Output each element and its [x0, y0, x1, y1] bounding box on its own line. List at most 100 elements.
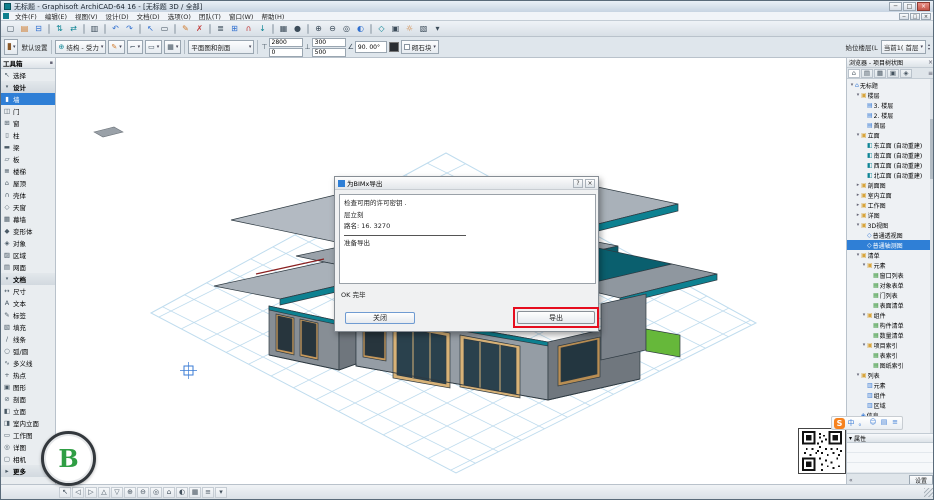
- angle-input[interactable]: [355, 41, 387, 53]
- tree-item[interactable]: ▦ 窗口列表: [847, 270, 934, 280]
- menu-window[interactable]: 窗口(W): [225, 11, 258, 21]
- tool-wall[interactable]: ▮ 墙: [1, 93, 55, 105]
- orbit-icon[interactable]: ◐: [354, 22, 367, 35]
- tool-skylight[interactable]: ◇ 天窗: [1, 201, 55, 213]
- tree-item[interactable]: ▸ ▣ 室内立面: [847, 190, 934, 200]
- group-icon[interactable]: ▦: [277, 22, 290, 35]
- panel-menu-icon[interactable]: ≡: [928, 70, 934, 77]
- tool-shell[interactable]: ∩ 壳体: [1, 189, 55, 201]
- offset-input[interactable]: [312, 48, 346, 57]
- tool-text[interactable]: A 文本: [1, 297, 55, 309]
- tool-door[interactable]: ◫ 门: [1, 105, 55, 117]
- tree-item[interactable]: ▦ 数量清单: [847, 330, 934, 340]
- tool-window[interactable]: ⊞ 窗: [1, 117, 55, 129]
- zoom-out-icon[interactable]: ⊖: [137, 487, 149, 498]
- scrollbar-thumb[interactable]: [930, 119, 934, 179]
- zoom-out-icon[interactable]: ⊖: [326, 22, 339, 35]
- tree-item[interactable]: ▸ ▣ 详图: [847, 210, 934, 220]
- pan-right-icon[interactable]: ▷: [85, 487, 97, 498]
- menu-help[interactable]: 帮助(H): [257, 11, 288, 21]
- grid-icon[interactable]: ▦: [189, 487, 201, 498]
- tool-morph[interactable]: ◆ 变形体: [1, 225, 55, 237]
- tab-more[interactable]: ◈: [900, 69, 912, 78]
- tree-scrollbar[interactable]: [930, 79, 934, 433]
- default-settings-label[interactable]: 默认设置: [20, 42, 48, 52]
- tree-item[interactable]: ▥ 元素: [847, 380, 934, 390]
- tree-item[interactable]: ▾ ▣ 项目索引: [847, 340, 934, 350]
- panel-close-icon[interactable]: ×: [928, 59, 933, 66]
- pin-icon[interactable]: ▪: [50, 60, 53, 66]
- tool-line[interactable]: / 线条: [1, 333, 55, 345]
- sogou-logo-icon[interactable]: S: [834, 418, 845, 429]
- new-file-icon[interactable]: ▢: [4, 22, 17, 35]
- sogou-keyboard-icon[interactable]: ▤: [879, 418, 889, 428]
- tree-item[interactable]: ◧ 南立面 (自动重建): [847, 150, 934, 160]
- menu-file[interactable]: 文件(F): [11, 11, 41, 21]
- tree-item[interactable]: ▾ ▣ 元素: [847, 260, 934, 270]
- toolbox-header[interactable]: 工具箱 ▪: [1, 58, 55, 69]
- tool-polyline[interactable]: ∿ 多义线: [1, 357, 55, 369]
- tree-item[interactable]: ▾ ▣ 3D视图: [847, 220, 934, 230]
- viewport-3d[interactable]: 为BIMx导出 ? × 检查可用的许可密钥 . 层立刻 路名: 16. 3270…: [56, 58, 846, 486]
- resize-grip[interactable]: [924, 488, 933, 497]
- separator[interactable]: [307, 24, 309, 34]
- tree-item[interactable]: ▥ 区域: [847, 400, 934, 410]
- tool-fill[interactable]: ▧ 填充: [1, 321, 55, 333]
- tab-publisher[interactable]: ▣: [887, 69, 899, 78]
- menu-view[interactable]: 视图(V): [71, 11, 102, 21]
- tree-item[interactable]: ▾ ▣ 列表: [847, 370, 934, 380]
- menu-edit[interactable]: 编辑(E): [41, 11, 71, 21]
- tree-item[interactable]: ▦ 构件清单: [847, 320, 934, 330]
- geometry-method-dropdown[interactable]: ⌐ ▾: [127, 40, 143, 54]
- layouts-icon[interactable]: ▧: [417, 22, 430, 35]
- section-design[interactable]: ▾ 设计: [1, 81, 55, 93]
- tool-column[interactable]: ▯ 柱: [1, 129, 55, 141]
- home-story-dropdown[interactable]: 当前1( 首层 ▾: [881, 40, 926, 54]
- layers-icon[interactable]: ≣: [214, 22, 227, 35]
- tab-project-map[interactable]: ⌂: [848, 69, 860, 78]
- more-tools-icon[interactable]: ▾: [431, 22, 444, 35]
- zoom-in-icon[interactable]: ⊕: [312, 22, 325, 35]
- sogou-emoji-icon[interactable]: ☺: [868, 418, 878, 428]
- fit-view-icon[interactable]: ◎: [340, 22, 353, 35]
- tool-beam[interactable]: ▬ 梁: [1, 141, 55, 153]
- tool-mesh[interactable]: ▤ 网面: [1, 261, 55, 273]
- sun-study-icon[interactable]: ☼: [403, 22, 416, 35]
- menu-design[interactable]: 设计(D): [102, 11, 133, 21]
- tree-item[interactable]: ▤ 首层: [847, 120, 934, 130]
- tool-worksheet[interactable]: ▭ 工作图: [1, 429, 55, 441]
- grid-snap-icon[interactable]: ⊞: [228, 22, 241, 35]
- separator[interactable]: [83, 24, 85, 34]
- floating-slab[interactable]: [94, 127, 123, 137]
- home-zoom-icon[interactable]: ⌂: [163, 487, 175, 498]
- separator[interactable]: [370, 24, 372, 34]
- export-button[interactable]: 导出: [517, 311, 595, 324]
- tool-curtain-wall[interactable]: ▦ 幕墙: [1, 213, 55, 225]
- camera-icon[interactable]: ▣: [389, 22, 402, 35]
- tool-dimension[interactable]: ↔ 尺寸: [1, 285, 55, 297]
- wall-tool-button[interactable]: ▮ ▾: [4, 39, 18, 55]
- sogou-menu-icon[interactable]: ≡: [890, 418, 900, 428]
- maximize-button[interactable]: □: [903, 2, 916, 11]
- mdi-close-button[interactable]: ×: [921, 13, 931, 20]
- sogou-punct-icon[interactable]: 。: [857, 418, 867, 428]
- sogou-lang-icon[interactable]: 中: [846, 418, 856, 428]
- tool-select[interactable]: ↖ 选择: [1, 69, 55, 81]
- navigator-header[interactable]: 浏览器 - 项目树状图 ×: [847, 58, 934, 68]
- tree-item[interactable]: ◧ 西立面 (自动重建): [847, 160, 934, 170]
- minimize-button[interactable]: ─: [889, 2, 902, 11]
- building-material-dropdown[interactable]: 砌石块 ▾: [401, 40, 439, 54]
- tree-item[interactable]: ◇ 普通透视图: [847, 230, 934, 240]
- tree-item[interactable]: ▤ 2. 楼层: [847, 110, 934, 120]
- story-spinner[interactable]: ▴ ▾: [928, 43, 930, 51]
- pan-up-icon[interactable]: △: [98, 487, 110, 498]
- tree-item[interactable]: ◧ 东立面 (自动重建): [847, 140, 934, 150]
- view-3d-icon[interactable]: ◇: [375, 22, 388, 35]
- zoom-in-icon[interactable]: ⊕: [124, 487, 136, 498]
- dialog-titlebar[interactable]: 为BIMx导出 ? ×: [335, 177, 598, 190]
- properties-header[interactable]: ▾ 属性: [847, 433, 934, 443]
- tree-item[interactable]: ▦ 图纸索引: [847, 360, 934, 370]
- collapse-panel-icon[interactable]: «: [849, 477, 853, 484]
- tree-item[interactable]: ▦ 表面清单: [847, 300, 934, 310]
- section-document[interactable]: ▾ 文档: [1, 273, 55, 285]
